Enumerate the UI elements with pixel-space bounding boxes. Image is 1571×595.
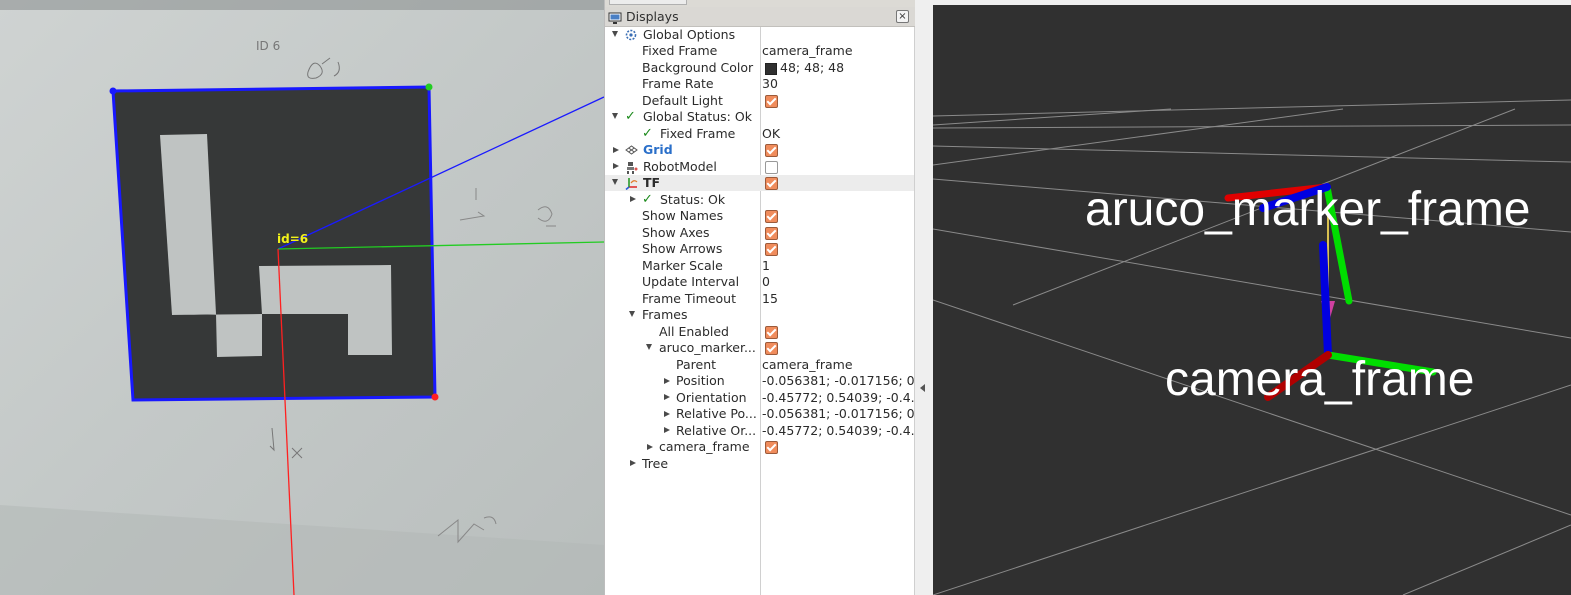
- expand-arrow-icon[interactable]: [612, 179, 618, 185]
- tree-item-global-status[interactable]: ✓ Global Status: Ok: [605, 109, 914, 125]
- tree-item-camera-frame[interactable]: camera_frame: [605, 439, 914, 455]
- panel-splitter[interactable]: [915, 0, 933, 595]
- show-axes-checkbox[interactable]: [765, 226, 778, 240]
- tree-item-tf[interactable]: TF: [605, 175, 914, 191]
- expand-arrow-icon[interactable]: [664, 410, 670, 417]
- expand-arrow-icon[interactable]: [612, 31, 618, 37]
- tree-item-global-options[interactable]: Global Options: [605, 27, 914, 43]
- property-background-color[interactable]: Background Color 48; 48; 48: [605, 60, 914, 76]
- property-position[interactable]: Position -0.056381; -0.017156; 0...: [605, 373, 915, 389]
- expand-arrow-icon[interactable]: [647, 443, 653, 450]
- gear-icon: [625, 29, 637, 44]
- expand-arrow-icon[interactable]: [664, 394, 670, 400]
- property-all-enabled[interactable]: All Enabled: [605, 324, 914, 340]
- show-arrows-checkbox[interactable]: [765, 243, 778, 256]
- tree-item-tree[interactable]: Tree: [605, 456, 914, 472]
- camera-frame-svg: ID 6 id=6: [0, 0, 604, 595]
- relative-orientation-value: -0.45772; 0.54039; -0.4...: [762, 422, 915, 438]
- fixed-frame-value[interactable]: camera_frame: [762, 43, 853, 59]
- property-show-axes[interactable]: Show Axes: [605, 225, 914, 241]
- checkmark-icon: ✓: [642, 125, 653, 141]
- orientation-value: -0.45772; 0.54039; -0.4...: [762, 389, 915, 405]
- color-swatch[interactable]: [765, 62, 777, 75]
- marker-handwritten-text: ID 6: [256, 39, 280, 53]
- render-background: [933, 5, 1571, 595]
- expand-arrow-icon[interactable]: [613, 146, 619, 153]
- expand-arrow-icon[interactable]: [612, 113, 618, 119]
- robot-model-checkbox[interactable]: [765, 160, 778, 174]
- status-fixed-frame[interactable]: ✓ Fixed Frame OK: [605, 126, 914, 142]
- displays-panel-title: Displays: [626, 9, 679, 24]
- expand-arrow-icon[interactable]: [664, 377, 670, 384]
- default-light-checkbox[interactable]: [765, 94, 778, 108]
- all-enabled-checkbox[interactable]: [765, 325, 778, 339]
- camera-image-view: ID 6 id=6: [0, 0, 604, 595]
- property-show-names[interactable]: Show Names: [605, 208, 914, 224]
- close-panel-button[interactable]: ×: [896, 10, 909, 23]
- property-parent[interactable]: Parent camera_frame: [605, 357, 914, 373]
- render-3d-svg: aruco_marker_frame camera_frame: [933, 5, 1571, 595]
- tree-item-frames[interactable]: Frames: [605, 307, 914, 323]
- marker-scale-value[interactable]: 1: [762, 258, 770, 274]
- tree-item-robot-model[interactable]: RobotModel: [605, 159, 914, 175]
- property-frame-rate[interactable]: Frame Rate 30: [605, 76, 914, 92]
- property-marker-scale[interactable]: Marker Scale 1: [605, 258, 914, 274]
- displays-panel: Displays × Global Options Fixed Frame ca…: [604, 0, 915, 595]
- displays-panel-header: Displays ×: [605, 7, 915, 27]
- relative-position-value: -0.056381; -0.017156; 0...: [762, 406, 915, 421]
- render-3d-view[interactable]: aruco_marker_frame camera_frame: [933, 5, 1571, 595]
- collapse-arrow-icon[interactable]: [920, 384, 925, 392]
- property-default-light[interactable]: Default Light: [605, 93, 914, 109]
- expand-arrow-icon[interactable]: [664, 427, 670, 433]
- tree-item-aruco-marker-frame[interactable]: aruco_marker...: [605, 340, 914, 356]
- frame-rate-value[interactable]: 30: [762, 76, 778, 92]
- expand-arrow-icon[interactable]: [613, 163, 619, 169]
- frame-timeout-value[interactable]: 15: [762, 291, 778, 307]
- grid-icon: [625, 144, 638, 159]
- grid-checkbox[interactable]: [765, 144, 778, 157]
- fixed-frame-status-value: OK: [762, 125, 781, 141]
- tf-checkbox[interactable]: [765, 177, 778, 190]
- parent-value: camera_frame: [762, 356, 853, 372]
- expand-arrow-icon[interactable]: [630, 196, 636, 202]
- property-update-interval[interactable]: Update Interval 0: [605, 274, 914, 290]
- checkmark-icon: ✓: [625, 109, 636, 124]
- update-interval-value[interactable]: 0: [762, 274, 770, 290]
- property-orientation[interactable]: Orientation -0.45772; 0.54039; -0.4...: [605, 389, 915, 406]
- position-value: -0.056381; -0.017156; 0...: [762, 373, 915, 388]
- property-relative-position[interactable]: Relative Po... -0.056381; -0.017156; 0..…: [605, 406, 915, 422]
- background-color-value[interactable]: 48; 48; 48: [780, 60, 844, 76]
- property-frame-timeout[interactable]: Frame Timeout 15: [605, 291, 914, 307]
- expand-arrow-icon[interactable]: [630, 460, 636, 466]
- property-show-arrows[interactable]: Show Arrows: [605, 241, 914, 257]
- expand-arrow-icon[interactable]: [629, 311, 635, 317]
- show-names-checkbox[interactable]: [765, 210, 778, 223]
- camera-frame-checkbox[interactable]: [765, 441, 778, 454]
- marker-id-label: id=6: [277, 232, 308, 246]
- tree-item-tf-status[interactable]: ✓ Status: Ok: [605, 192, 914, 208]
- property-fixed-frame[interactable]: Fixed Frame camera_frame: [605, 43, 914, 59]
- tree-item-grid[interactable]: Grid: [605, 142, 914, 158]
- aruco-marker-frame-label: aruco_marker_frame: [1085, 183, 1531, 236]
- camera-frame-label: camera_frame: [1165, 353, 1474, 406]
- property-relative-orientation[interactable]: Relative Or... -0.45772; 0.54039; -0.4..…: [605, 422, 915, 439]
- displays-tree: Global Options Fixed Frame camera_frame …: [605, 27, 915, 595]
- checkmark-icon: ✓: [642, 191, 653, 207]
- expand-arrow-icon[interactable]: [646, 344, 652, 350]
- aruco-marker-frame-checkbox[interactable]: [765, 342, 778, 355]
